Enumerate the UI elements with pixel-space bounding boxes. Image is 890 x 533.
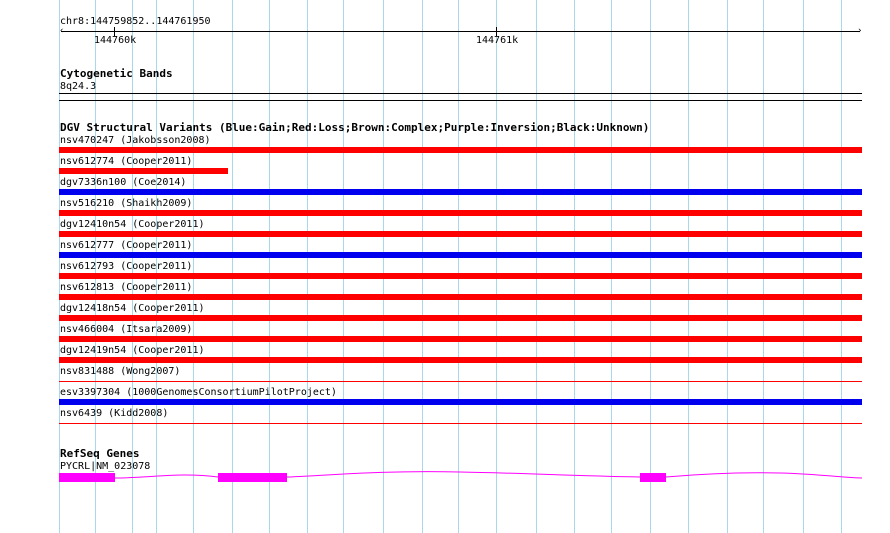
- variant-label[interactable]: esv3397304 (1000GenomesConsortiumPilotPr…: [60, 387, 337, 398]
- variant-bar[interactable]: [59, 336, 862, 342]
- variant-bar[interactable]: [59, 315, 862, 321]
- variant-label[interactable]: dgv12419n54 (Cooper2011): [60, 345, 205, 356]
- grid-line: [343, 0, 344, 533]
- variant-label[interactable]: nsv612793 (Cooper2011): [60, 261, 192, 272]
- ruler-tick-label: 144761k: [476, 35, 519, 46]
- genome-browser-view: chr8:144759852..144761950 ‹ › 144760k 14…: [0, 0, 890, 533]
- variant-bar[interactable]: [59, 273, 862, 279]
- cytoband-label[interactable]: 8q24.3: [60, 81, 96, 92]
- grid-line: [269, 0, 270, 533]
- variant-label[interactable]: nsv831488 (Wong2007): [60, 366, 180, 377]
- variant-label[interactable]: nsv470247 (Jakobsson2008): [60, 135, 211, 146]
- cytoband-track-title: Cytogenetic Bands: [60, 67, 173, 80]
- cytoband-line: [59, 100, 862, 101]
- variant-bar[interactable]: [59, 294, 862, 300]
- gene-model-pycrl[interactable]: [0, 468, 890, 488]
- grid-line: [574, 0, 575, 533]
- variant-label[interactable]: dgv12418n54 (Cooper2011): [60, 303, 205, 314]
- grid-line: [727, 0, 728, 533]
- grid-line: [688, 0, 689, 533]
- variant-bar[interactable]: [59, 189, 862, 195]
- variant-bar[interactable]: [59, 168, 228, 174]
- grid-line: [232, 0, 233, 533]
- variant-bar[interactable]: [59, 147, 862, 153]
- variant-label[interactable]: nsv612774 (Cooper2011): [60, 156, 192, 167]
- variant-label[interactable]: nsv612777 (Cooper2011): [60, 240, 192, 251]
- ruler-tick-label: 144760k: [94, 35, 137, 46]
- variant-bar[interactable]: [59, 210, 862, 216]
- ruler-line: [61, 31, 860, 32]
- gene-exon: [640, 473, 666, 482]
- variant-label[interactable]: nsv6439 (Kidd2008): [60, 408, 168, 419]
- variant-label[interactable]: nsv612813 (Cooper2011): [60, 282, 192, 293]
- variant-bar[interactable]: [59, 231, 862, 237]
- grid-line: [611, 0, 612, 533]
- grid-line: [763, 0, 764, 533]
- variant-label[interactable]: dgv7336n100 (Coe2014): [60, 177, 186, 188]
- dgv-track-title: DGV Structural Variants (Blue:Gain;Red:L…: [60, 121, 650, 134]
- variant-bar[interactable]: [59, 399, 862, 405]
- grid-line: [496, 0, 497, 533]
- grid-line: [193, 0, 194, 533]
- refseq-track-title: RefSeq Genes: [60, 447, 140, 460]
- gene-exon: [218, 473, 287, 482]
- cytoband-line: [59, 93, 862, 94]
- grid-line: [458, 0, 459, 533]
- grid-line: [307, 0, 308, 533]
- grid-line: [536, 0, 537, 533]
- variant-bar[interactable]: [59, 252, 862, 258]
- grid-line: [803, 0, 804, 533]
- grid-line: [383, 0, 384, 533]
- grid-line: [650, 0, 651, 533]
- ruler-left-arrow-icon[interactable]: ‹: [59, 27, 64, 36]
- grid-line: [841, 0, 842, 533]
- ruler-range-label: chr8:144759852..144761950: [60, 16, 211, 27]
- grid-line: [422, 0, 423, 533]
- variant-bar[interactable]: [59, 381, 862, 382]
- gene-exon: [59, 473, 115, 482]
- variant-bar[interactable]: [59, 423, 862, 424]
- gene-intron-line: [59, 471, 863, 479]
- variant-bar[interactable]: [59, 357, 862, 363]
- variant-label[interactable]: dgv12410n54 (Cooper2011): [60, 219, 205, 230]
- variant-label[interactable]: nsv466004 (Itsara2009): [60, 324, 192, 335]
- variant-label[interactable]: nsv516210 (Shaikh2009): [60, 198, 192, 209]
- ruler-right-arrow-icon[interactable]: ›: [857, 27, 862, 36]
